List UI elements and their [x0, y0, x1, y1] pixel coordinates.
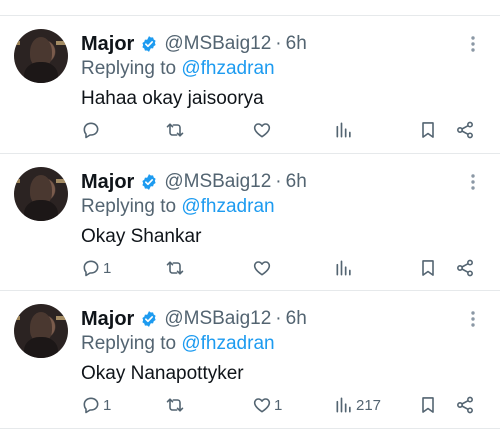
- verified-badge-icon: [142, 174, 156, 190]
- views-count: 217: [356, 396, 382, 414]
- display-name[interactable]: Major: [81, 171, 134, 194]
- timestamp[interactable]: 6h: [286, 308, 307, 330]
- handle[interactable]: @MSBaig12: [164, 33, 271, 55]
- timestamp[interactable]: 6h: [286, 171, 307, 193]
- retweet-button[interactable]: [165, 116, 187, 144]
- like-count: 1: [274, 396, 283, 414]
- tweet-header: Major @MSBaig12 · 6h: [81, 169, 307, 195]
- retweet-button[interactable]: [165, 254, 187, 282]
- replying-to: Replying to @fhzadran: [81, 333, 275, 355]
- display-name[interactable]: Major: [81, 308, 134, 331]
- like-button[interactable]: 1: [252, 391, 282, 419]
- like-button[interactable]: [252, 116, 274, 144]
- retweet-button[interactable]: [165, 391, 187, 419]
- like-icon: [253, 123, 271, 138]
- views-button[interactable]: [334, 254, 356, 282]
- separator-dot: ·: [275, 308, 282, 329]
- avatar[interactable]: [14, 29, 68, 83]
- replying-to-handle[interactable]: @fhzadran: [181, 333, 274, 354]
- reply-button[interactable]: 1: [81, 391, 111, 419]
- verified-badge-icon: [142, 311, 156, 327]
- tweet-text: Okay Nanapottyker: [81, 363, 244, 384]
- replying-to: Replying to @fhzadran: [81, 58, 275, 80]
- like-button[interactable]: [252, 254, 274, 282]
- like-icon: [253, 261, 271, 276]
- replying-to: Replying to @fhzadran: [81, 196, 275, 218]
- reply-icon: [83, 397, 99, 414]
- more-icon[interactable]: [465, 34, 481, 54]
- reply-count: 1: [103, 259, 112, 277]
- separator-dot: ·: [275, 171, 282, 192]
- handle[interactable]: @MSBaig12: [164, 308, 271, 330]
- share-icon: [457, 396, 473, 414]
- views-icon: [336, 122, 351, 138]
- views-icon: [336, 260, 351, 276]
- more-icon[interactable]: [465, 172, 481, 192]
- reply-button[interactable]: [81, 116, 103, 144]
- timestamp[interactable]: 6h: [286, 33, 307, 55]
- views-button[interactable]: [334, 116, 356, 144]
- tweet-header: Major @MSBaig12 · 6h: [81, 31, 307, 57]
- tweet-card[interactable]: Major @MSBaig12 · 6h Replying to @fhzadr…: [0, 291, 500, 428]
- more-icon[interactable]: [465, 309, 481, 329]
- display-name[interactable]: Major: [81, 33, 134, 56]
- action-bar: 1 1 217: [0, 391, 500, 419]
- action-bar: 1: [0, 254, 500, 282]
- verified-badge-icon: [142, 36, 156, 52]
- replying-to-label: Replying to: [81, 58, 177, 79]
- reply-icon: [83, 122, 99, 139]
- replying-to-label: Replying to: [81, 196, 177, 217]
- tweet-card[interactable]: Major @MSBaig12 · 6h Replying to @fhzadr…: [0, 16, 500, 153]
- share-button[interactable]: [455, 254, 475, 282]
- retweet-icon: [166, 398, 184, 412]
- tweet-card[interactable]: Major @MSBaig12 · 6h Replying to @fhzadr…: [0, 154, 500, 291]
- bookmark-button[interactable]: [418, 116, 438, 144]
- bookmark-icon: [422, 260, 434, 276]
- bookmark-icon: [422, 397, 434, 413]
- tweet-feed: Major @MSBaig12 · 6h Replying to @fhzadr…: [0, 0, 500, 433]
- replying-to-handle[interactable]: @fhzadran: [181, 196, 274, 217]
- reply-button[interactable]: 1: [81, 254, 111, 282]
- like-icon: [253, 398, 271, 413]
- views-icon: [336, 397, 351, 413]
- reply-icon: [83, 260, 99, 277]
- share-icon: [457, 259, 473, 277]
- replying-to-label: Replying to: [81, 333, 177, 354]
- share-button[interactable]: [455, 116, 475, 144]
- avatar[interactable]: [14, 304, 68, 358]
- bookmark-icon: [422, 122, 434, 138]
- separator-dot: ·: [275, 33, 282, 54]
- retweet-icon: [166, 261, 184, 275]
- share-button[interactable]: [455, 391, 475, 419]
- handle[interactable]: @MSBaig12: [164, 171, 271, 193]
- bookmark-button[interactable]: [418, 254, 438, 282]
- avatar[interactable]: [14, 167, 68, 221]
- retweet-icon: [166, 123, 184, 137]
- tweet-text: Hahaa okay jaisoorya: [81, 88, 264, 109]
- action-bar: [0, 116, 500, 144]
- reply-count: 1: [103, 396, 112, 414]
- views-button[interactable]: 217: [334, 391, 381, 419]
- bookmark-button[interactable]: [418, 391, 438, 419]
- divider: [0, 428, 500, 429]
- share-icon: [457, 121, 473, 139]
- tweet-header: Major @MSBaig12 · 6h: [81, 306, 307, 332]
- tweet-text: Okay Shankar: [81, 226, 202, 247]
- replying-to-handle[interactable]: @fhzadran: [181, 58, 274, 79]
